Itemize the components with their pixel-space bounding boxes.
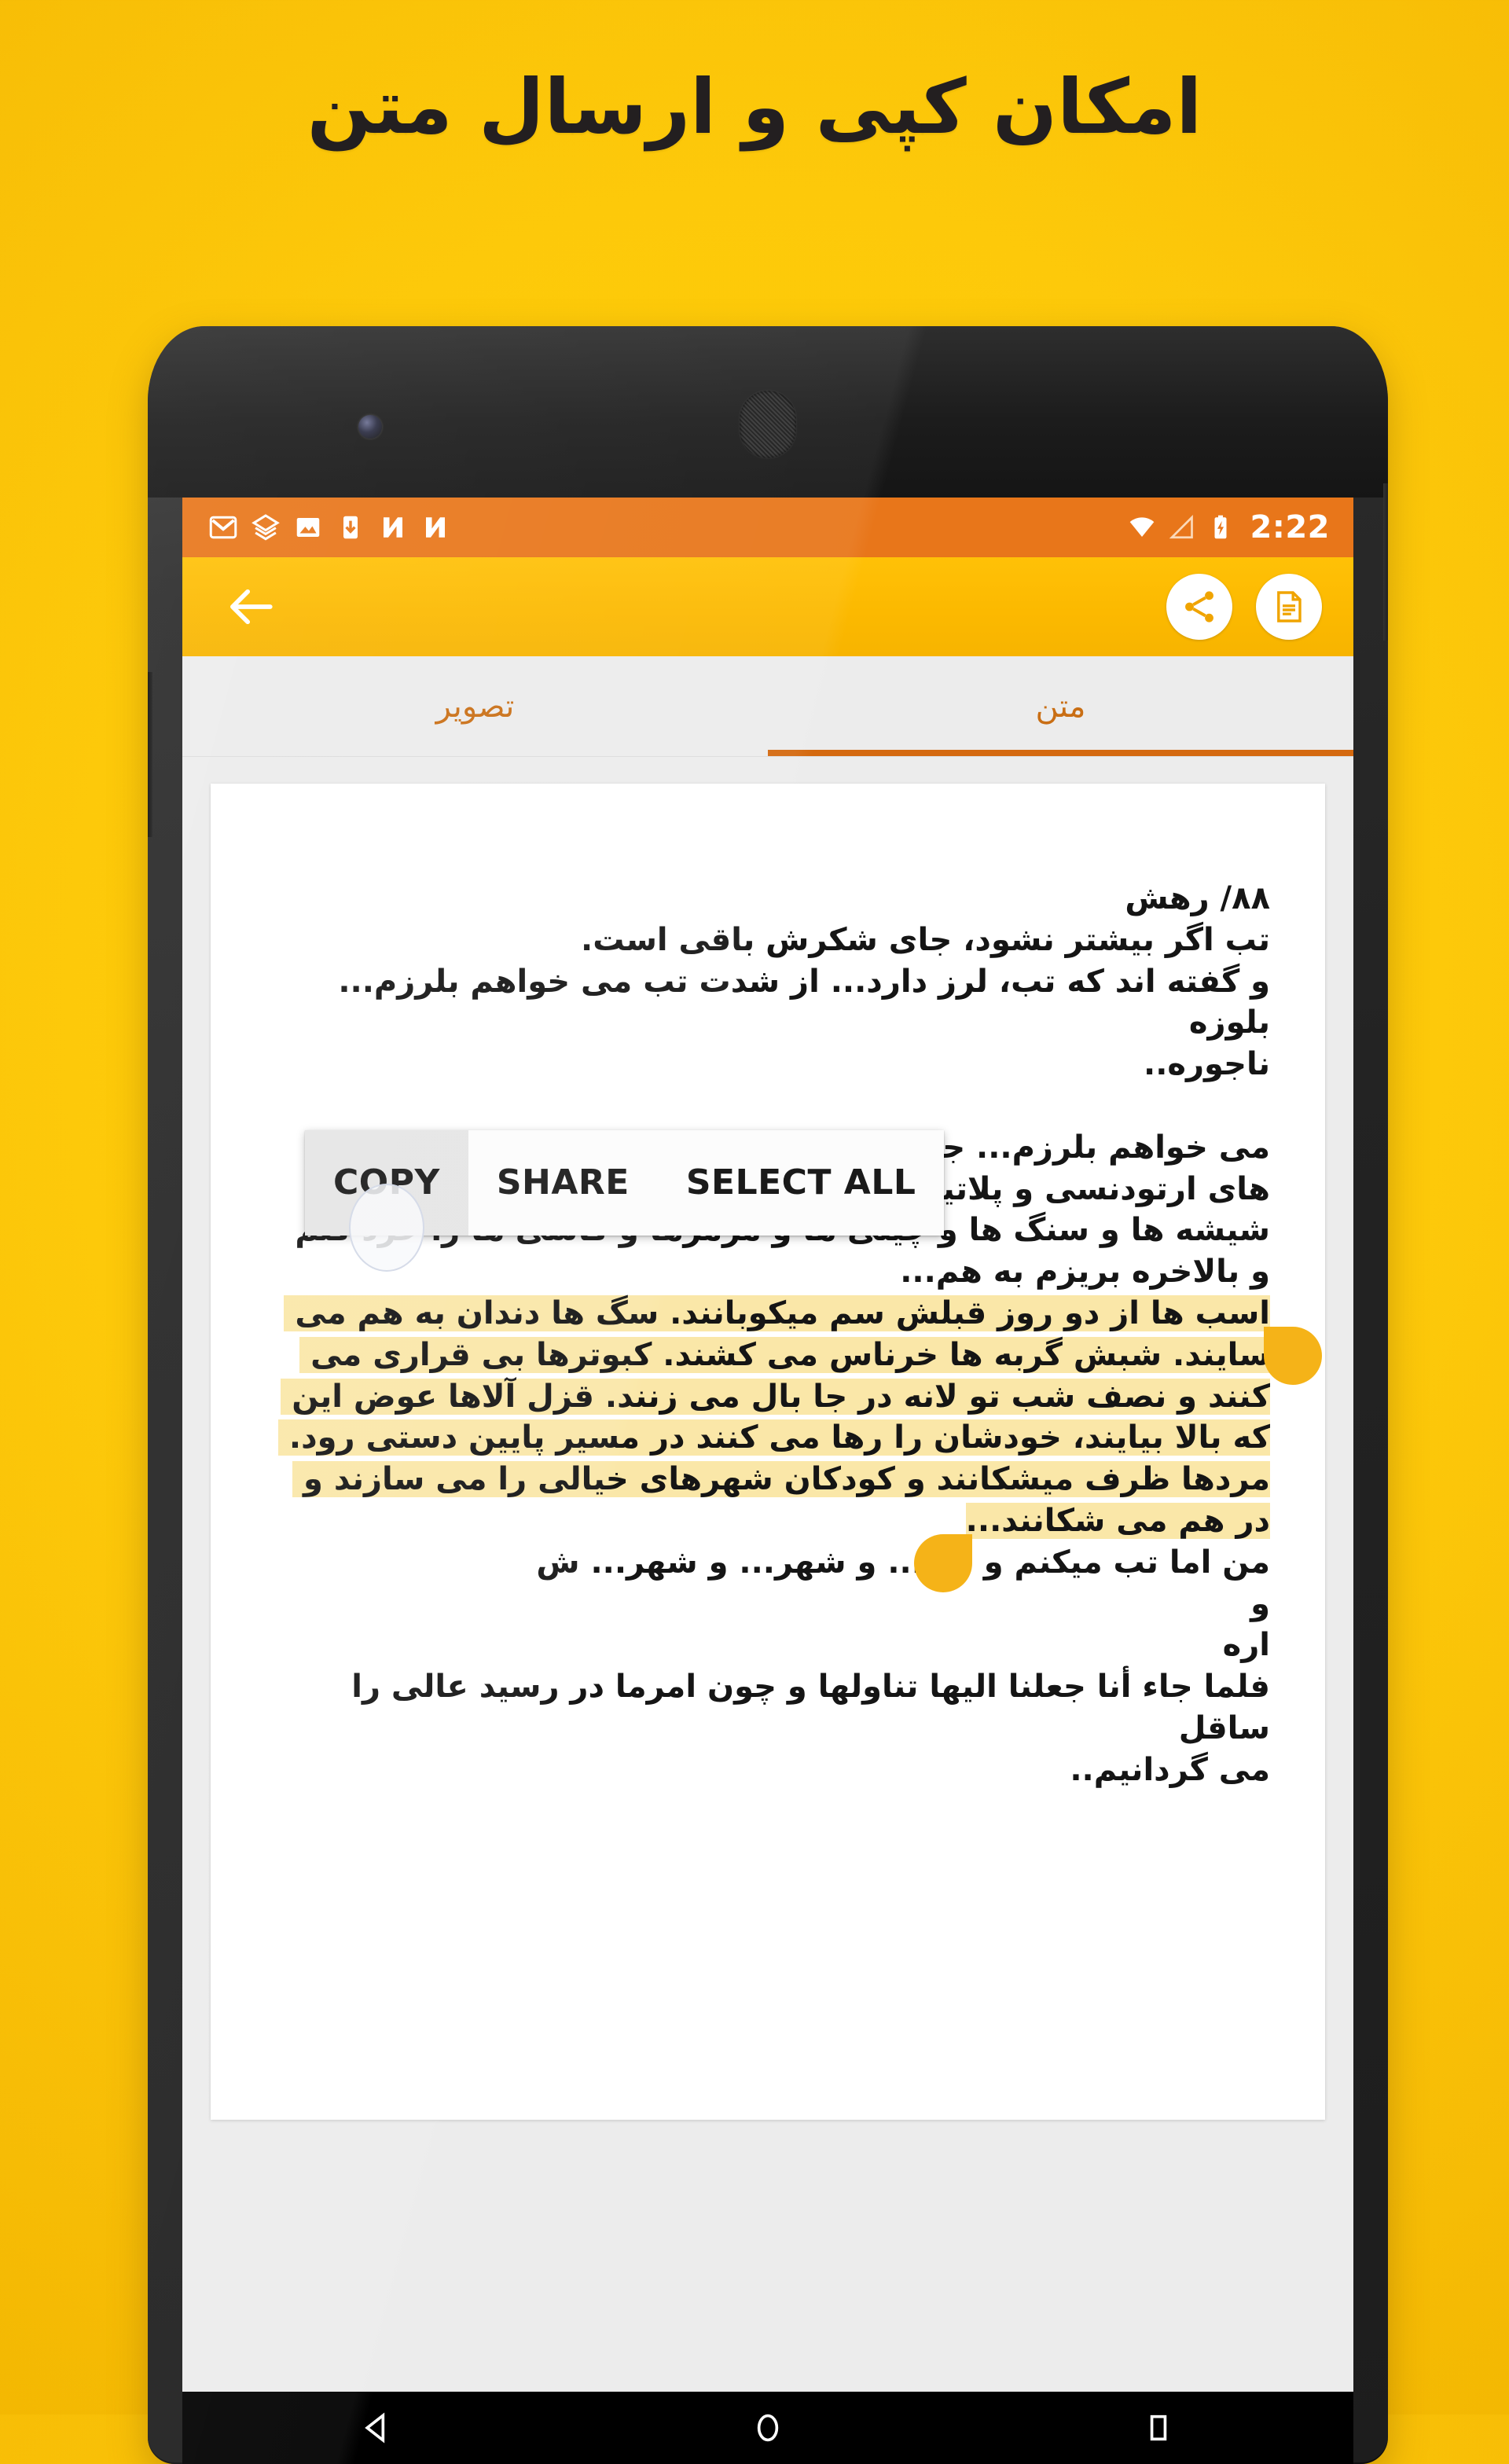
document-paragraph: می گردانیم.. — [1070, 1751, 1270, 1788]
document-paragraph: اره — [1222, 1627, 1270, 1664]
gallery-image-icon — [296, 518, 320, 537]
nav-home-circle-icon — [757, 2414, 779, 2442]
nav-recents-button[interactable] — [1111, 2392, 1206, 2464]
document-page-card: ۸۸/ رهش تب اگر بیشتر نشود، جای شکرش باقی … — [211, 784, 1325, 2120]
document-paragraph: تب اگر بیشتر نشود، جای شکرش باقی است. — [581, 921, 1270, 958]
phone-device-frame: 2:22 متن تصویر ۸۸/ رهش تب اگر بیشتر نشود… — [148, 326, 1388, 2464]
phone-screen: 2:22 متن تصویر ۸۸/ رهش تب اگر بیشتر نشود… — [182, 498, 1353, 2392]
document-paragraph: ۸۸/ رهش — [1125, 880, 1270, 916]
selection-handle-end[interactable] — [913, 1533, 972, 1592]
front-camera-icon — [358, 415, 382, 439]
context-menu-copy-label: COPY — [333, 1162, 440, 1203]
cellular-signal-icon — [1169, 514, 1193, 539]
n-app-icon-1 — [384, 517, 402, 538]
volume-rocker-button[interactable] — [148, 672, 152, 837]
tab-text[interactable]: متن — [768, 656, 1353, 756]
share-button[interactable] — [1166, 574, 1232, 640]
tab-text-label: متن — [1035, 688, 1086, 725]
promo-headline: امکان کپی و ارسال متن — [307, 63, 1203, 151]
nav-recents-square-icon — [1150, 2414, 1166, 2441]
context-menu-select-all-button[interactable]: SELECT ALL — [658, 1130, 945, 1236]
download-to-device-icon — [343, 516, 358, 539]
status-bar-notification-icons — [209, 513, 450, 542]
back-button[interactable] — [218, 575, 283, 639]
context-menu-select-all-label: SELECT ALL — [685, 1162, 916, 1203]
document-paragraph: بلوزه — [1188, 1004, 1270, 1041]
document-paragraph — [266, 1085, 1270, 1127]
share-icon — [1185, 591, 1213, 622]
earpiece-speaker-icon — [740, 391, 796, 458]
selection-handle-start[interactable] — [1264, 1326, 1322, 1385]
document-paragraph: من اما تب میکنم و لرز... و شهر... و شهر.… — [536, 1544, 1270, 1581]
document-paragraph: اسب ها از دو روز قبلش سم میکوبانند. سگ ه… — [266, 1293, 1270, 1542]
nav-back-button[interactable] — [330, 2392, 424, 2464]
android-navigation-bar — [182, 2392, 1353, 2464]
text-selection-context-menu: COPY SHARE SELECT ALL — [305, 1129, 945, 1272]
n-app-icon-2 — [426, 517, 445, 538]
document-paragraph: فلما جاء أنا جعلنا اليها تناولها و چون ا… — [340, 1669, 1270, 1746]
tab-image[interactable]: تصویر — [182, 656, 768, 756]
nav-back-triangle-icon — [365, 2412, 385, 2444]
wifi-icon — [1129, 517, 1154, 537]
phone-top-bezel — [148, 326, 1388, 498]
status-bar: 2:22 — [182, 498, 1353, 557]
power-button[interactable] — [1383, 483, 1388, 641]
document-text-button[interactable] — [1256, 574, 1322, 640]
context-menu-copy-button[interactable]: COPY — [305, 1129, 468, 1272]
document-paragraph: و — [1250, 1585, 1270, 1622]
status-bar-clock: 2:22 — [1250, 509, 1330, 545]
tab-image-label: تصویر — [435, 688, 515, 725]
context-menu-share-button[interactable]: SHARE — [468, 1130, 658, 1236]
layers-icon — [252, 514, 280, 541]
tab-bar: متن تصویر — [182, 656, 1353, 757]
document-paragraph: و گفته اند که تب، لرز دارد... از شدت تب … — [338, 963, 1270, 1000]
nav-home-button[interactable] — [721, 2392, 815, 2464]
selected-text-run[interactable]: اسب ها از دو روز قبلش سم میکوبانند. سگ ه… — [277, 1294, 1270, 1539]
battery-charging-icon — [1214, 515, 1226, 539]
document-scroll-area[interactable]: ۸۸/ رهش تب اگر بیشتر نشود، جای شکرش باقی … — [182, 757, 1353, 2392]
gmail-icon — [209, 516, 237, 539]
document-text-body[interactable]: ۸۸/ رهش تب اگر بیشتر نشود، جای شکرش باقی … — [266, 878, 1270, 1791]
app-bar — [182, 557, 1353, 656]
status-bar-system-icons: 2:22 — [1128, 512, 1331, 543]
app-bar-actions — [1166, 574, 1322, 640]
arrow-left-icon — [230, 589, 273, 625]
document-text-icon — [1277, 591, 1302, 622]
document-paragraph: ناجوره.. — [1144, 1046, 1270, 1083]
context-menu-share-label: SHARE — [496, 1162, 630, 1203]
